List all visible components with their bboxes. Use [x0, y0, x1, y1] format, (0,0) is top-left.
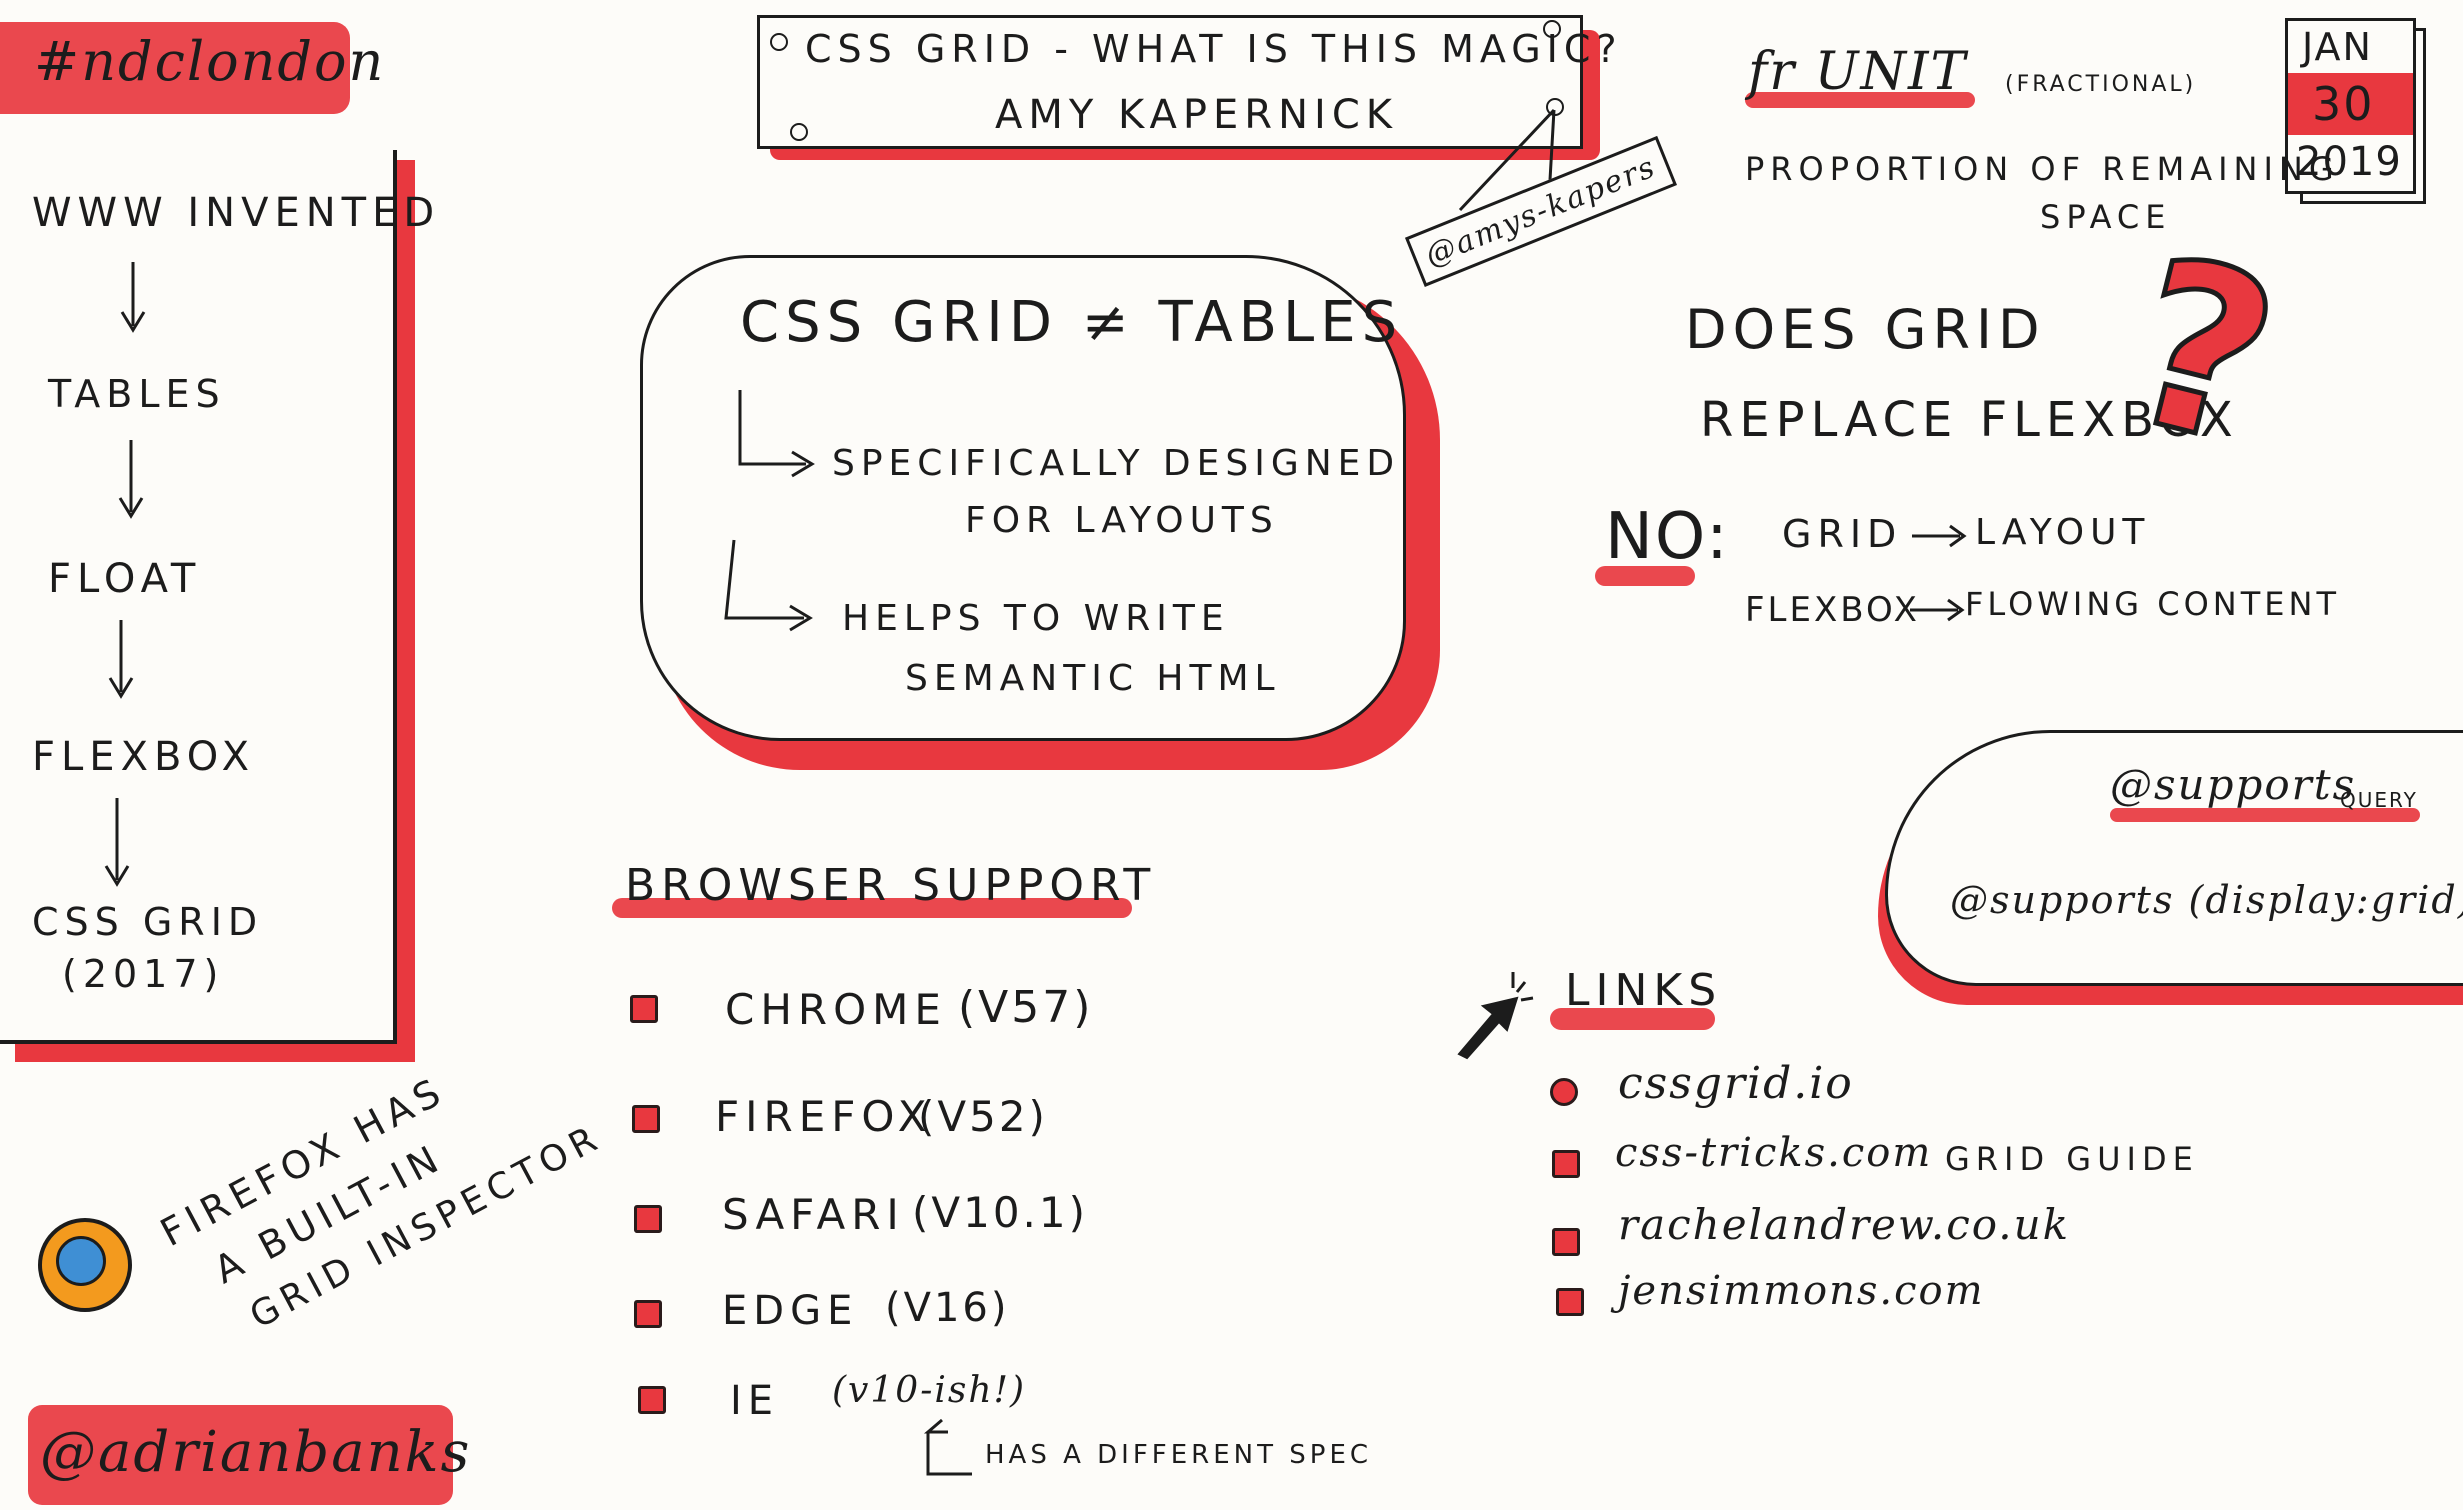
- history-step-tables: TABLES: [48, 372, 226, 416]
- down-arrow-icon: [108, 620, 134, 699]
- speaker-name: AMY KAPERNICK: [995, 92, 1398, 138]
- flexbox-question-line-1: DOES GRID: [1685, 298, 2046, 361]
- screw-dot-icon: [1543, 20, 1561, 38]
- ie-note: HAS A DIFFERENT SPEC: [985, 1440, 1373, 1470]
- fr-unit-desc-line-2: SPACE: [2040, 198, 2172, 236]
- fr-unit-desc-line-1: PROPORTION OF REMAINING: [1745, 150, 2340, 188]
- browser-name: EDGE: [722, 1288, 859, 1334]
- list-bullet: [630, 995, 658, 1023]
- corner-arrow-icon: [923, 1418, 972, 1476]
- list-bullet: [1556, 1288, 1584, 1316]
- browser-name: CHROME: [725, 985, 947, 1034]
- grid-point-1-line-2: FOR LAYOUTS: [965, 500, 1279, 541]
- flexbox-label: FLEXBOX: [1745, 590, 1920, 630]
- author-handle: @adrianbanks: [40, 1420, 472, 1485]
- browser-version: (v57): [958, 982, 1094, 1033]
- history-step-float: FLOAT: [48, 556, 202, 602]
- right-arrow-icon: [1910, 598, 1965, 622]
- screw-dot-icon: [770, 33, 788, 51]
- question-mark-icon: ?: [2102, 205, 2301, 501]
- link-item[interactable]: jensimmons.com: [1618, 1268, 1985, 1314]
- down-arrow-icon: [120, 262, 146, 333]
- browser-version: (v10-ish!): [832, 1370, 1027, 1411]
- history-step-css-grid: CSS GRID: [32, 900, 264, 944]
- history-step-flexbox: FLEXBOX: [32, 734, 256, 780]
- list-bullet: [634, 1205, 662, 1233]
- talk-title: CSS GRID - WHAT IS THIS MAGIC?: [805, 27, 1623, 71]
- browser-name: IE: [730, 1378, 780, 1424]
- list-bullet: [638, 1386, 666, 1414]
- list-bullet: [1550, 1078, 1578, 1106]
- grid-vs-tables-heading: CSS GRID ≠ TABLES: [740, 290, 1404, 355]
- link-item[interactable]: rachelandrew.co.uk: [1618, 1200, 2070, 1249]
- grid-point-2-line-1: HELPS TO WRITE: [842, 598, 1230, 639]
- browser-name: FIREFOX: [715, 1092, 933, 1141]
- screw-dot-icon: [790, 123, 808, 141]
- grid-label: GRID: [1782, 512, 1903, 556]
- no-answer: NO:: [1605, 500, 1730, 574]
- fr-unit-subtitle: (FRACTIONAL): [2005, 72, 2197, 97]
- firefox-logo-icon: [38, 1218, 132, 1312]
- link-item[interactable]: css-tricks.com: [1615, 1130, 1932, 1176]
- links-title: LINKS: [1565, 965, 1723, 1016]
- history-step-www: WWW INVENTED: [32, 190, 441, 236]
- history-grid-year: (2017): [62, 952, 225, 996]
- flexbox-use: FLOWING CONTENT: [1965, 585, 2340, 623]
- browser-version: (v52): [918, 1092, 1048, 1141]
- supports-example: @supports (display:grid): [1950, 878, 2463, 922]
- list-bullet: [634, 1300, 662, 1328]
- list-bullet: [1552, 1150, 1580, 1178]
- grid-use: LAYOUT: [1975, 512, 2151, 553]
- list-bullet: [632, 1105, 660, 1133]
- right-arrow-icon: [1912, 524, 1967, 548]
- grid-point-2-line-2: SEMANTIC HTML: [905, 658, 1281, 699]
- supports-title: @supports: [2110, 760, 2357, 809]
- cursor-click-icon: [1457, 972, 1534, 1060]
- fr-unit-title: fr UNIT: [1748, 42, 1968, 102]
- browser-version: (v16): [885, 1285, 1010, 1331]
- corner-arrow-icon: [724, 539, 813, 632]
- link-item-suffix: GRID GUIDE: [1945, 1140, 2199, 1178]
- browser-support-title: BROWSER SUPPORT: [625, 860, 1157, 911]
- browser-version: (v10.1): [912, 1188, 1089, 1237]
- browser-name: SAFARI: [722, 1190, 905, 1239]
- list-bullet: [1552, 1228, 1580, 1256]
- calendar-month: JAN: [2302, 25, 2373, 69]
- grid-point-1-line-1: SPECIFICALLY DESIGNED: [832, 443, 1401, 484]
- hashtag: #ndclondon: [34, 30, 386, 93]
- down-arrow-icon: [118, 440, 144, 519]
- supports-query: QUERY: [2340, 788, 2418, 812]
- down-arrow-icon: [104, 798, 130, 887]
- firefox-note: FIREFOX HAS A BUILT-IN GRID INSPECTOR: [150, 1026, 609, 1364]
- calendar-day: 30: [2312, 77, 2375, 131]
- corner-arrow-icon: [738, 390, 815, 478]
- link-item[interactable]: cssgrid.io: [1618, 1058, 1854, 1109]
